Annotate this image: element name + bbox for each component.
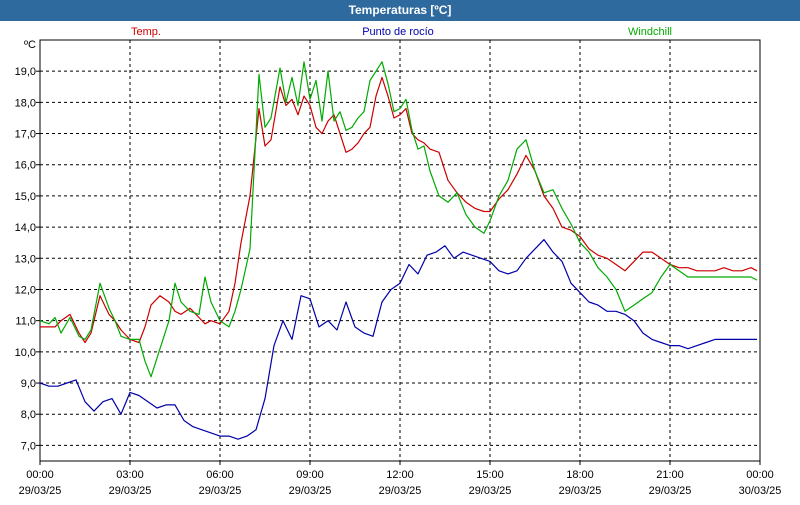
x-tick-date-label: 29/03/25 [379, 485, 422, 497]
y-tick-label: 11,0 [15, 316, 36, 328]
chart-svg: 7,0 8,0 9,0 10,0 11,0 12,0 13,0 14,0 15,0 16,0 17,… [15, 26, 782, 497]
legend-item: Punto de rocío [362, 26, 434, 38]
y-tick-label: 16,0 [15, 160, 36, 172]
x-tick-date-label: 29/03/25 [289, 485, 332, 497]
x-tick-date-label: 29/03/25 [199, 485, 242, 497]
x-tick-time-label: 21:00 [656, 469, 684, 481]
legend-item: Temp. [131, 26, 161, 38]
y-tick-label: 14,0 [15, 222, 36, 234]
x-tick-date-label: 29/03/25 [109, 485, 152, 497]
y-tick-label: 18,0 [15, 97, 36, 109]
legend-item: Windchill [628, 26, 672, 38]
x-tick-date-label: 29/03/25 [559, 485, 602, 497]
y-axis-unit-label: ºC [24, 39, 36, 51]
x-tick-time-label: 03:00 [116, 469, 144, 481]
y-tick-label: 15,0 [15, 191, 36, 203]
x-tick-date-label: 29/03/25 [649, 485, 692, 497]
y-tick-label: 12,0 [15, 284, 36, 296]
y-tick-label: 7,0 [21, 440, 36, 452]
y-tick-label: 8,0 [21, 409, 36, 421]
y-tick-label: 13,0 [15, 253, 36, 265]
x-tick-time-label: 00:00 [746, 469, 774, 481]
chart-canvas: 7,0 8,0 9,0 10,0 11,0 12,0 13,0 14,0 15,0 16,0 17,… [0, 21, 800, 500]
y-tick-label: 17,0 [15, 129, 36, 141]
x-tick-date-label: 29/03/25 [19, 485, 62, 497]
chart-title: Temperaturas [ºC] [0, 0, 800, 21]
x-tick-time-label: 15:00 [476, 469, 504, 481]
y-tick-label: 9,0 [21, 378, 36, 390]
x-tick-time-label: 12:00 [386, 469, 414, 481]
x-tick-date-label: 29/03/25 [469, 485, 512, 497]
x-tick-time-label: 09:00 [296, 469, 324, 481]
x-tick-time-label: 18:00 [566, 469, 594, 481]
y-tick-label: 10,0 [15, 347, 36, 359]
x-tick-time-label: 06:00 [206, 469, 234, 481]
x-tick-time-label: 00:00 [26, 469, 54, 481]
y-tick-label: 19,0 [15, 66, 36, 78]
x-tick-date-label: 30/03/25 [739, 485, 782, 497]
